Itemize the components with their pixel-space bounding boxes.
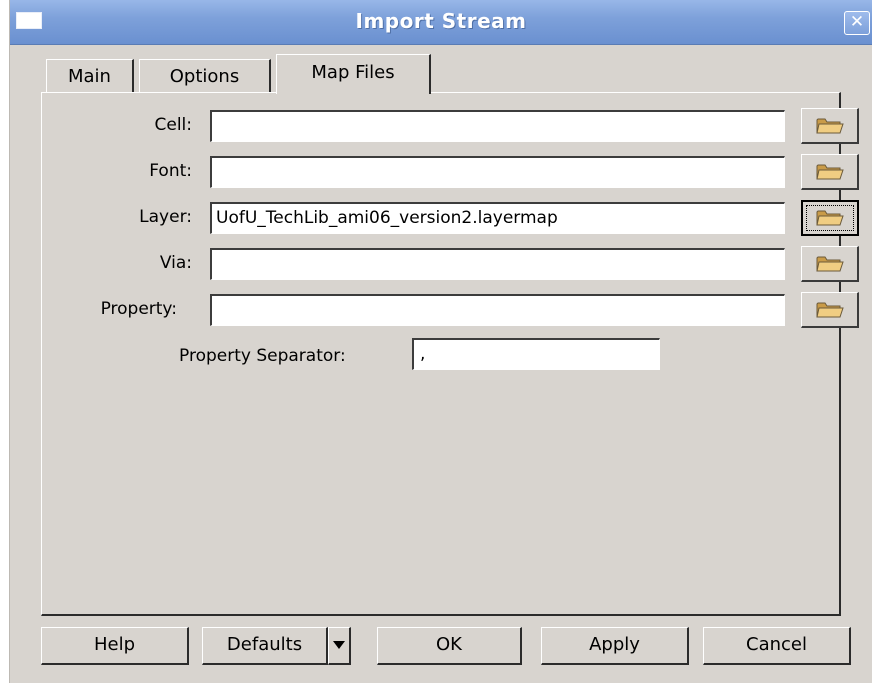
title-bar[interactable]: Import Stream ✕ [10, 0, 872, 45]
tab-options[interactable]: Options [139, 59, 271, 92]
property-separator-field[interactable]: , [412, 338, 660, 370]
map-files-panel: Cell: Font: Layer: UofU_TechLib_ami06_ve… [41, 92, 859, 616]
folder-icon [815, 164, 844, 179]
tab-main[interactable]: Main [46, 59, 134, 92]
cell-label: Cell: [154, 115, 192, 135]
defaults-dropdown-button[interactable] [328, 627, 351, 665]
layer-browse-button[interactable] [801, 200, 859, 236]
import-stream-dialog: Import Stream ✕ Main Options Map Files C… [10, 0, 872, 683]
property-browse-button[interactable] [801, 292, 859, 328]
layer-field[interactable]: UofU_TechLib_ami06_version2.layermap [210, 202, 785, 234]
folder-icon [815, 302, 844, 317]
font-field[interactable] [210, 156, 785, 188]
chevron-down-icon [333, 641, 345, 649]
font-browse-button[interactable] [801, 154, 859, 190]
apply-button[interactable]: Apply [541, 627, 689, 665]
cell-browse-button[interactable] [801, 108, 859, 144]
property-field[interactable] [210, 294, 785, 326]
defaults-button[interactable]: Defaults [202, 627, 328, 665]
close-icon[interactable]: ✕ [844, 11, 870, 35]
property-label: Property: [100, 299, 177, 319]
window-title: Import Stream [355, 9, 527, 33]
folder-icon [815, 256, 844, 271]
folder-icon [815, 118, 844, 133]
cell-field[interactable] [210, 110, 785, 142]
via-label: Via: [159, 253, 192, 273]
tab-map-files[interactable]: Map Files [276, 54, 431, 94]
help-button[interactable]: Help [41, 627, 189, 665]
folder-icon [816, 210, 844, 226]
font-label: Font: [149, 161, 192, 181]
layer-label: Layer: [139, 207, 192, 227]
ok-button[interactable]: OK [377, 627, 522, 665]
via-field[interactable] [210, 248, 785, 280]
via-browse-button[interactable] [801, 246, 859, 282]
background-edge [0, 0, 10, 683]
cancel-button[interactable]: Cancel [703, 627, 851, 665]
property-separator-label: Property Separator: [179, 346, 346, 366]
